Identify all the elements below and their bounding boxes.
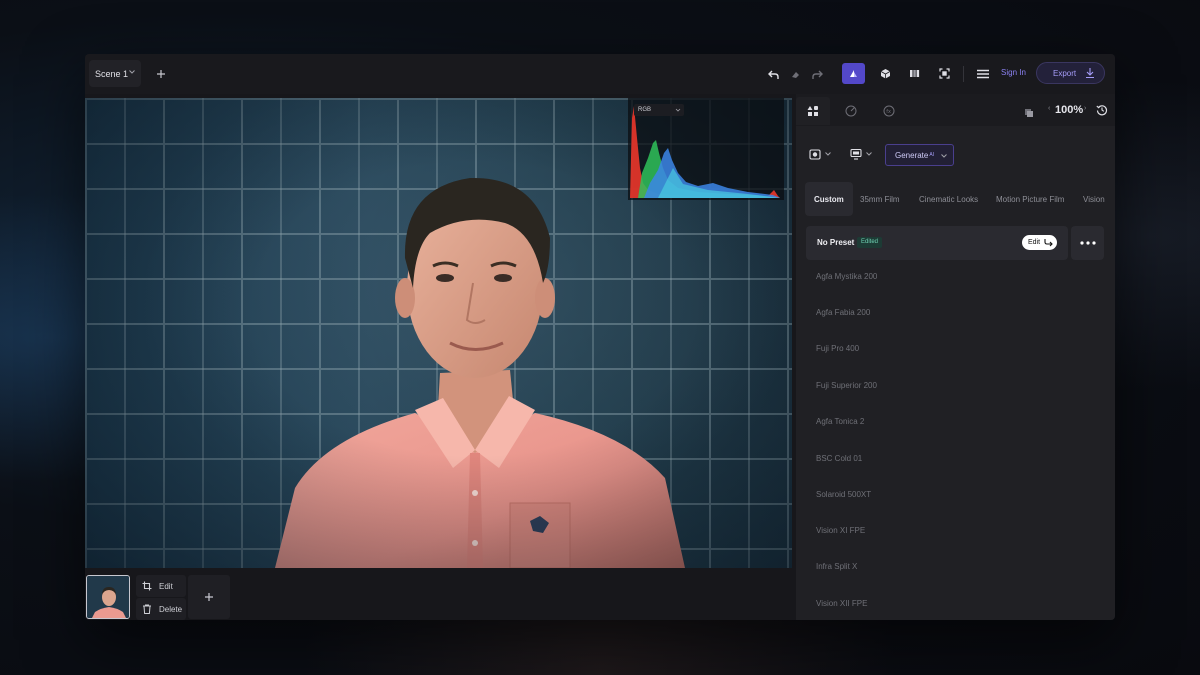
scene-selector[interactable]: Scene 1 (89, 60, 141, 87)
camera-icon (809, 149, 821, 160)
chevron-down-icon (825, 152, 831, 156)
export-button[interactable]: Export (1036, 62, 1105, 84)
columns-icon (909, 70, 919, 77)
tab-custom[interactable]: Custom (805, 182, 853, 216)
preset-item[interactable]: Agfa Mystika 200 (816, 272, 877, 286)
history-button[interactable] (1096, 103, 1108, 121)
add-image-button[interactable] (188, 575, 230, 619)
undo-button[interactable] (764, 64, 782, 84)
zoom-in-button[interactable]: › (1084, 105, 1086, 112)
panel-tool-row: Generate AI (796, 142, 1115, 166)
editor-window: Scene 1 Sign In Export RGB Edit Delete f… (85, 54, 1115, 620)
menu-button[interactable] (972, 63, 994, 84)
layers-icon (1025, 109, 1033, 117)
edit-preset-button[interactable]: Edit (1022, 235, 1057, 250)
toolbar-divider (963, 66, 964, 82)
svg-text:fx: fx (886, 109, 891, 115)
tab-presets[interactable] (796, 97, 830, 125)
more-horizontal-icon (1079, 241, 1096, 245)
thumbnail-preview (87, 576, 129, 618)
history-icon (1096, 105, 1108, 116)
presets-panel: fx ‹ 100% › Generate AI Custom 35mm Film… (796, 94, 1115, 620)
delete-image-button[interactable]: Delete (136, 598, 186, 620)
image-canvas[interactable]: RGB (85, 98, 792, 568)
add-scene-button[interactable] (151, 64, 171, 84)
preset-category-tabs: Custom 35mm Film Cinematic Looks Motion … (805, 182, 1115, 216)
3d-view-button[interactable] (874, 63, 896, 84)
preset-item[interactable]: Vision XII FPE (816, 599, 867, 613)
top-toolbar: Scene 1 Sign In Export (85, 54, 1115, 94)
before-after-button[interactable] (1024, 105, 1034, 123)
compare-view-button[interactable] (903, 63, 925, 84)
preset-item[interactable]: BSC Cold 01 (816, 454, 862, 468)
active-preset-name: No Preset (817, 238, 855, 247)
edit-image-button[interactable]: Edit (136, 575, 186, 597)
redo-icon (811, 70, 823, 79)
generate-label: Generate (895, 150, 929, 160)
plus-icon (205, 593, 213, 601)
fx-icon: fx (883, 105, 895, 117)
histogram-channel-label: RGB (638, 107, 652, 113)
histogram-panel: RGB (628, 98, 784, 200)
hamburger-icon (977, 69, 989, 78)
histogram-channel-select[interactable]: RGB (634, 104, 684, 116)
sign-in-link[interactable]: Sign In (1001, 68, 1026, 77)
edit-label: Edit (159, 581, 173, 591)
preset-item[interactable]: Agfa Fabia 200 (816, 308, 870, 322)
scene-label: Scene 1 (95, 68, 129, 79)
undo-icon (767, 70, 779, 79)
tab-effects[interactable]: fx (872, 97, 906, 125)
display-dropdown[interactable] (850, 144, 876, 164)
tab-adjust[interactable] (834, 97, 868, 125)
eraser-button[interactable] (786, 64, 804, 84)
filmstrip: Edit Delete (85, 568, 792, 620)
frame-icon (938, 68, 950, 79)
delete-label: Delete (159, 604, 183, 614)
prism-icon (850, 70, 857, 77)
generate-ai-button[interactable]: Generate AI (885, 144, 954, 166)
preset-item[interactable]: Solaroid 500XT (816, 490, 871, 504)
export-label: Export (1053, 68, 1077, 78)
fit-view-button[interactable] (933, 63, 955, 84)
ai-badge: AI (929, 152, 935, 158)
tab-vision[interactable]: Vision (1083, 182, 1105, 216)
zoom-level: 100% (1055, 104, 1084, 116)
preset-item[interactable]: Fuji Pro 400 (816, 344, 859, 358)
chevron-down-icon (675, 108, 681, 112)
gauge-icon (845, 105, 857, 117)
zoom-out-button[interactable]: ‹ (1048, 105, 1050, 112)
edited-badge: Edited (857, 237, 883, 248)
eraser-icon (791, 71, 799, 78)
chevron-down-icon (129, 70, 135, 74)
download-icon (1086, 68, 1094, 79)
develop-view-button[interactable] (842, 63, 865, 84)
camera-profile-dropdown[interactable] (809, 144, 835, 164)
chevron-down-icon (941, 154, 947, 158)
preset-item[interactable]: Fuji Superior 200 (816, 381, 877, 395)
trash-icon (143, 604, 151, 614)
crop-icon (142, 581, 152, 591)
plus-icon (157, 70, 165, 78)
chevron-down-icon (866, 152, 872, 156)
tab-motion-picture-film[interactable]: Motion Picture Film (996, 182, 1064, 216)
active-preset-row[interactable]: No Preset Edited Edit (806, 226, 1068, 260)
preset-item[interactable]: Vision XI FPE (816, 526, 865, 540)
edit-preset-label: Edit (1028, 239, 1041, 246)
preset-item[interactable]: Agfa Tonica 2 (816, 417, 864, 431)
presets-icon (807, 106, 818, 116)
preset-item[interactable]: Infra Split X (816, 562, 857, 576)
cube-icon (880, 69, 890, 79)
image-thumbnail[interactable] (86, 575, 130, 619)
redo-button[interactable] (808, 64, 826, 84)
tab-35mm-film[interactable]: 35mm Film (860, 182, 900, 216)
tab-cinematic-looks[interactable]: Cinematic Looks (919, 182, 978, 216)
monitor-icon (850, 148, 862, 160)
arrow-turn-icon (1044, 239, 1053, 247)
more-options-button[interactable] (1071, 226, 1104, 260)
panel-tabs: fx ‹ 100% › (796, 94, 1115, 126)
